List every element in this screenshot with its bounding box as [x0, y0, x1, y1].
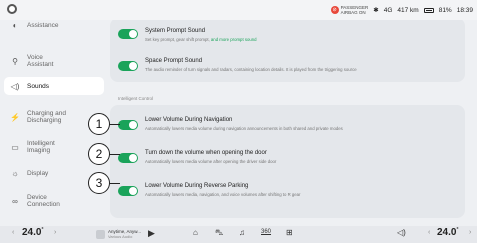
- row-title: Lower Volume During Navigation: [145, 117, 233, 123]
- airbag-icon: ⊘: [330, 6, 339, 14]
- status-bar: ⊘ PASSENGER AIRBAG ON ✱ 4G 417 km 81% 18…: [0, 0, 477, 20]
- left-temp-decrease-icon[interactable]: ‹: [12, 229, 14, 236]
- display-icon: ☼: [11, 168, 19, 178]
- album-art: [96, 230, 105, 239]
- row-title: System Prompt Sound: [145, 28, 206, 34]
- left-temp-increase-icon[interactable]: ›: [54, 229, 56, 236]
- row-description: Automatically lowers media volume during…: [145, 126, 343, 131]
- music-widget[interactable]: Anytime, Anyw... Various Audio: [96, 229, 154, 240]
- sidebar-item-label: Charging and Discharging: [27, 109, 67, 125]
- sidebar-item-label: Intelligent Imaging: [27, 139, 55, 155]
- callout-2: 2: [88, 143, 110, 165]
- assistance-icon: ◐: [12, 20, 18, 30]
- sidebar-item-label: Assistance: [27, 21, 59, 29]
- row-title: Space Prompt Sound: [145, 58, 203, 64]
- speaker-icon: ◁): [10, 81, 20, 91]
- intelligent-control-card: Lower Volume During Navigation Automatic…: [110, 105, 465, 218]
- apps-icon[interactable]: ⊞: [286, 228, 293, 237]
- sounds-settings-panel: System Prompt Sound Set key prompt, gear…: [110, 20, 477, 226]
- imaging-icon: ▭: [11, 142, 19, 152]
- sidebar-item-sounds[interactable]: ◁) Sounds: [4, 77, 104, 95]
- reverse-parking-volume-row[interactable]: Lower Volume During Reverse Parking Auto…: [118, 183, 457, 203]
- clock: 18:39: [456, 6, 473, 14]
- right-temp-increase-icon[interactable]: ›: [469, 229, 471, 236]
- car-icon[interactable]: ⛍: [215, 228, 223, 238]
- right-temp-decrease-icon[interactable]: ‹: [428, 229, 430, 236]
- more-prompt-sound-link[interactable]: and more prompt sound: [211, 37, 257, 42]
- network-indicator: 4G: [383, 6, 393, 14]
- callout-1: 1: [88, 113, 110, 135]
- charging-icon: ⚡: [10, 112, 20, 122]
- sidebar-item-voice-assistant[interactable]: ⚲ Voice Assistant: [4, 50, 104, 72]
- airbag-line2: AIRBAG ON: [340, 10, 366, 15]
- range-text: 417 km: [397, 6, 419, 14]
- lower-volume-navigation-row[interactable]: Lower Volume During Navigation Automatic…: [118, 117, 457, 137]
- bluetooth-icon: ✱: [373, 7, 379, 14]
- sidebar-item-device-connection[interactable]: ∞ Device Connection: [4, 190, 104, 212]
- row-description: The audio reminder of turn signals and r…: [145, 67, 357, 72]
- volume-icon[interactable]: ◁): [397, 228, 406, 237]
- space-prompt-sound-row[interactable]: Space Prompt Sound The audio reminder of…: [118, 58, 457, 78]
- door-open-volume-row[interactable]: Turn down the volume when opening the do…: [118, 150, 457, 170]
- sidebar-item-label: Sounds: [27, 82, 50, 90]
- sidebar-item-label: Voice Assistant: [27, 53, 54, 69]
- system-prompt-sound-toggle[interactable]: [118, 29, 138, 39]
- system-prompt-sound-row[interactable]: System Prompt Sound Set key prompt, gear…: [118, 28, 457, 48]
- sidebar-item-label: Display: [27, 169, 49, 177]
- bottom-dock: ‹ 24.0° › Anytime, Anyw... Various Audio…: [0, 226, 477, 243]
- music-artist: Various Audio: [108, 234, 133, 239]
- row-description: Automatically lowers media, navigation, …: [145, 192, 301, 197]
- status-indicators: ⊘ PASSENGER AIRBAG ON ✱ 4G 417 km 81% 18…: [330, 5, 473, 15]
- battery-text: 81%: [438, 6, 452, 14]
- voice-icon: ⚲: [12, 56, 18, 66]
- battery-icon: [423, 7, 434, 13]
- 360-icon[interactable]: 360: [261, 229, 271, 235]
- right-temperature[interactable]: 24.0°: [437, 227, 458, 238]
- link-icon: ∞: [12, 196, 18, 206]
- music-icon[interactable]: ♫: [239, 228, 245, 237]
- section-label-intelligent-control: Intelligent Control: [118, 96, 154, 101]
- lower-volume-navigation-toggle[interactable]: [118, 120, 138, 130]
- reverse-parking-volume-toggle[interactable]: [118, 186, 138, 196]
- door-open-volume-toggle[interactable]: [118, 153, 138, 163]
- row-description: Automatically lowers media volume after …: [145, 159, 277, 164]
- airbag-indicator: ⊘ PASSENGER AIRBAG ON: [330, 5, 368, 15]
- prompt-sound-card: System Prompt Sound Set key prompt, gear…: [110, 20, 465, 82]
- callout-3: 3: [88, 172, 110, 194]
- left-temperature[interactable]: 24.0°: [22, 227, 43, 238]
- row-description: Set key prompt, gear shift prompt, and m…: [145, 37, 257, 42]
- space-prompt-sound-toggle[interactable]: [118, 61, 138, 71]
- row-title: Turn down the volume when opening the do…: [145, 150, 267, 156]
- play-icon[interactable]: ▶: [148, 228, 155, 239]
- sidebar-item-assistance[interactable]: ◐ Assistance: [4, 20, 104, 36]
- avatar[interactable]: [7, 4, 17, 14]
- sidebar-item-label: Device Connection: [27, 193, 60, 209]
- home-icon[interactable]: ⌂: [193, 228, 198, 237]
- row-title: Lower Volume During Reverse Parking: [145, 183, 249, 189]
